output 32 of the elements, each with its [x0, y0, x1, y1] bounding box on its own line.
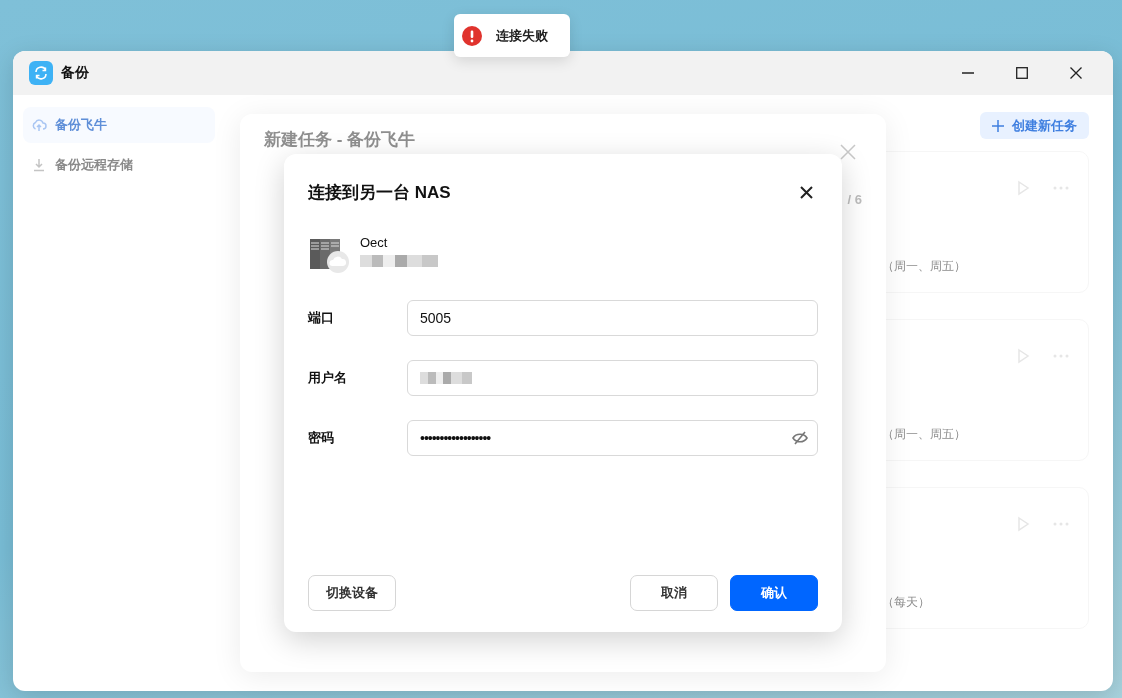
- maximize-icon: [1016, 67, 1028, 79]
- close-icon: [1070, 67, 1082, 79]
- field-label: 用户名: [308, 369, 348, 387]
- field-label: 端口: [308, 309, 335, 327]
- sidebar-label: 备份远程存储: [55, 156, 133, 174]
- confirm-button[interactable]: 确认: [730, 575, 818, 611]
- create-task-button[interactable]: 创建新任务: [980, 112, 1089, 139]
- app-icon: [29, 61, 53, 85]
- password-field[interactable]: ••••••••••••••••••: [407, 420, 818, 456]
- close-icon: [799, 185, 813, 199]
- task-dialog-title: 新建任务 - 备份飞牛: [264, 130, 416, 150]
- toast-message: 连接失败: [496, 26, 548, 45]
- redacted-text: [420, 372, 472, 384]
- task-schedule: （周一、周五）: [882, 426, 967, 443]
- cancel-button[interactable]: 取消: [630, 575, 718, 611]
- task-schedule: （每天）: [882, 594, 931, 611]
- step-counter: / 6: [847, 192, 862, 207]
- error-icon: [462, 25, 482, 46]
- field-label: 密码: [308, 429, 335, 447]
- sidebar-label: 备份飞牛: [55, 116, 107, 134]
- port-field[interactable]: 5005: [407, 300, 818, 336]
- window-title: 备份: [61, 64, 90, 82]
- username-field[interactable]: [407, 360, 818, 396]
- cloud-upload-icon: [31, 117, 47, 133]
- task-schedule: （周一、周五）: [882, 258, 967, 275]
- switch-device-button[interactable]: 切换设备: [308, 575, 396, 611]
- download-icon: [31, 157, 47, 173]
- device-name: Oect: [360, 235, 389, 250]
- plus-icon: [992, 119, 1004, 132]
- dialog-title: 连接到另一台 NAS: [308, 181, 451, 204]
- eye-off-icon[interactable]: [792, 430, 808, 446]
- close-icon[interactable]: [840, 144, 856, 160]
